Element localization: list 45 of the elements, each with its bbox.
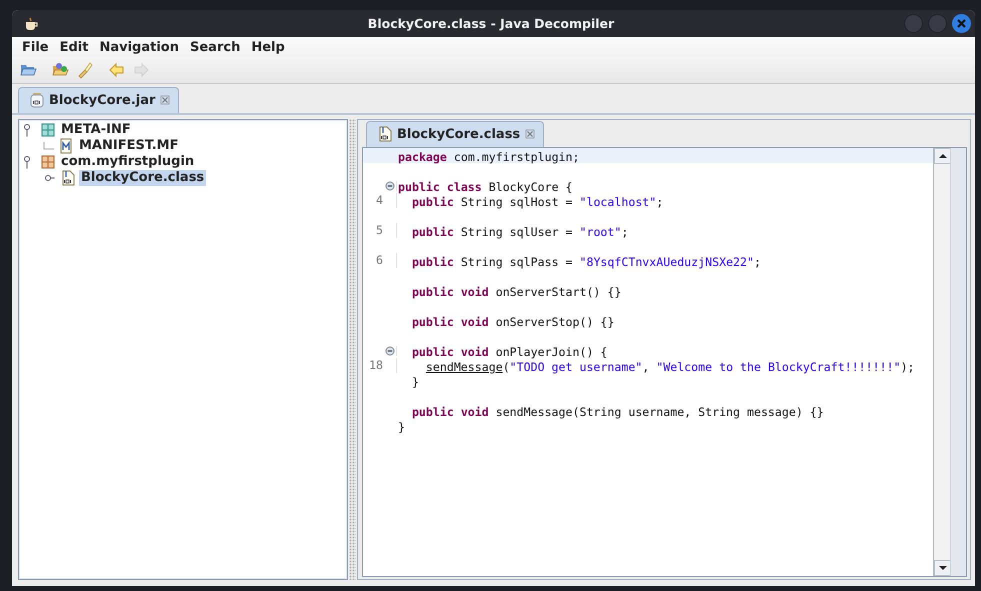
- line-number: 4: [376, 193, 383, 208]
- window-title: BlockyCore.class - Java Decompiler: [366, 16, 616, 31]
- splitter-handle[interactable]: [349, 119, 356, 580]
- tree-item[interactable]: MANIFEST.MF: [77, 138, 180, 154]
- class-file-icon: [60, 170, 76, 186]
- code-line: public String sqlPass = "8YsqfCTnvxAUeduzjNSXe22";: [412, 255, 761, 270]
- tree-item[interactable]: com.myfirstplugin: [59, 154, 196, 170]
- line-number: 6: [376, 253, 383, 268]
- tree-line-icon: [43, 142, 55, 150]
- tree-item[interactable]: BlockyCore.class: [79, 170, 206, 186]
- menu-item[interactable]: Help: [246, 40, 291, 54]
- back-arrow-icon[interactable]: [108, 61, 126, 79]
- menu-item[interactable]: Edit: [54, 40, 94, 54]
- code-line: public String sqlHost = "localhost";: [412, 195, 664, 210]
- menu-item[interactable]: File: [17, 40, 55, 54]
- jar-file-icon: [29, 92, 45, 108]
- manifest-file-icon: [58, 138, 74, 154]
- grid-icon: [40, 122, 56, 138]
- code-line: sendMessage("TODO get username", "Welcome to the BlockyCraft!!!!!!!");: [426, 360, 915, 375]
- class-file-icon: [377, 126, 393, 142]
- close-icon[interactable]: [160, 95, 170, 105]
- coffee-cup-icon: [24, 16, 38, 30]
- menu-item[interactable]: Search: [185, 40, 246, 54]
- tree-item[interactable]: META-INF: [59, 122, 133, 138]
- grid-icon: [40, 154, 56, 170]
- code-line: package com.myfirstplugin;: [398, 150, 580, 165]
- code-line: public void onServerStart() {}: [412, 285, 622, 300]
- code-line: }: [412, 375, 419, 390]
- collapse-icon[interactable]: [385, 346, 395, 356]
- collapse-icon[interactable]: [385, 180, 395, 190]
- code-line: public void onServerStop() {}: [412, 315, 614, 330]
- close-button[interactable]: [952, 14, 971, 33]
- line-number: 18: [369, 358, 383, 373]
- line-number: 5: [376, 223, 383, 238]
- code-line: public void onPlayerJoin() {: [412, 345, 608, 360]
- file-tab[interactable]: BlockyCore.class: [366, 121, 544, 147]
- close-icon[interactable]: [525, 129, 536, 139]
- flashlight-icon[interactable]: [76, 61, 94, 79]
- file-tab[interactable]: BlockyCore.jar: [18, 87, 180, 113]
- code-line: public class BlockyCore {: [398, 180, 573, 195]
- code-line: }: [398, 420, 405, 435]
- code-line: public void sendMessage(String username, String message) {}: [412, 405, 824, 420]
- menu-item[interactable]: Navigation: [94, 40, 185, 54]
- vertical-scrollbar[interactable]: [933, 148, 950, 576]
- code-line: public String sqlUser = "root";: [412, 225, 628, 240]
